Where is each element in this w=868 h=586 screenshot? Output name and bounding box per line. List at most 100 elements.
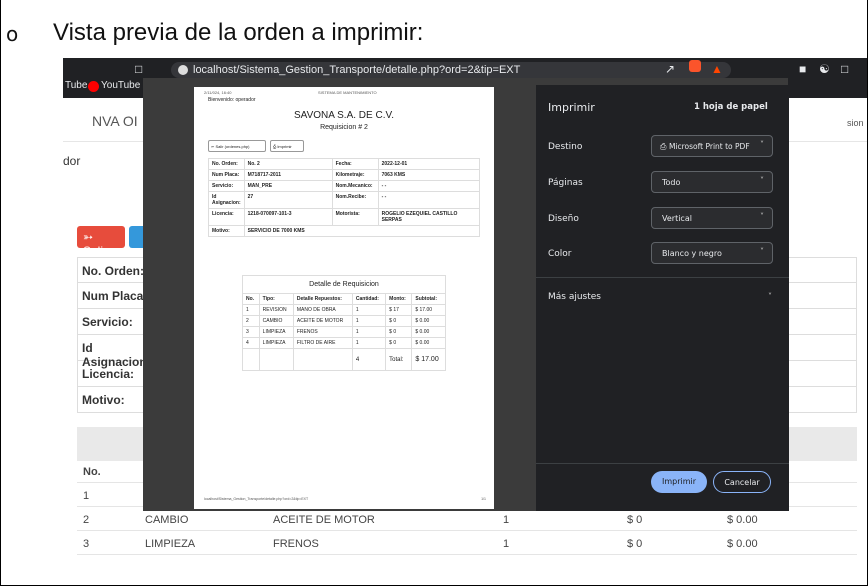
right-cell <box>787 387 857 413</box>
cell-subtotal: $ 0.00 <box>727 514 758 526</box>
info-row: Licencia: 1218-070097-101-3 Motorista: ROGE… <box>208 208 481 226</box>
preview-info-table: No. Orden: No. 2 Fecha: 2022-12-01 Num Plac… <box>208 158 481 237</box>
address-bar[interactable]: localhost/Sistema_Gestion_Transporte/det… <box>171 62 731 78</box>
info-label: No. Orden: <box>212 161 238 167</box>
info-value: 1218-070097-101-3 <box>247 211 292 217</box>
chevron-down-icon: ˅ <box>760 212 764 221</box>
cancel-button[interactable]: Cancelar <box>713 471 771 493</box>
color-select[interactable]: Blanco y negro ˅ <box>651 242 773 264</box>
share-icon[interactable]: ↗ <box>665 62 675 76</box>
info-value: 7063 KMS <box>381 172 406 178</box>
preview-salir-label: Salir (ordenes.php) <box>215 144 250 149</box>
preview-requisicion: Requisicion # 2 <box>320 124 368 131</box>
print-title: Imprimir <box>548 101 595 114</box>
cell-cantidad: 1 <box>503 514 510 526</box>
extension-icon[interactable]: ■ <box>799 62 806 76</box>
detail-title: Detalle de Requisicion <box>242 275 446 294</box>
print-preview-page: 2/11/024, 16:40 SISTEMA DE MANTENIMIENTO… <box>194 87 494 509</box>
sidebar-icon[interactable]: □ <box>841 62 848 76</box>
chevron-down-icon: ˅ <box>760 176 764 185</box>
info-value: - - <box>381 194 387 200</box>
info-row: Num Placa: M718717-2011 Kilometraje: 7063 K… <box>208 169 481 181</box>
info-value: M718717-2011 <box>247 172 281 178</box>
divider <box>536 463 789 464</box>
cell-monto: $ 0 <box>627 514 643 526</box>
cell-cantidad: 1 <box>503 538 510 550</box>
info-label: Fecha: <box>335 161 352 167</box>
screenshot: □ localhost/Sistema_Gestion_Transporte/d… <box>63 58 867 556</box>
detail-total-row: 4 Total: $ 17.00 <box>242 348 446 371</box>
info-label: Kilometraje: <box>335 172 365 178</box>
bookmark-icon[interactable]: □ <box>135 62 142 76</box>
chevron-down-icon: ˅ <box>760 247 764 256</box>
info-value: 2022-12-01 <box>381 161 408 167</box>
table-row: 3 LIMPIEZA FRENOS 1 $ 0 $ 0.00 <box>77 533 857 555</box>
info-value: 27 <box>247 194 254 200</box>
preview-welcome: Bienvenido: operador <box>208 97 256 103</box>
info-label: Num Placa: <box>212 172 240 178</box>
info-label: Id Asignacion: <box>212 194 241 206</box>
detail-row: 4 LIMPIEZA FILTRO DE AIRE 1 $ 0 $ 0.00 <box>242 337 446 349</box>
info-row: Id Asignacion: 27 Nom.Recibe: - - <box>208 191 481 209</box>
divider <box>536 277 789 278</box>
nav-item-nva[interactable]: NVA OI <box>92 113 138 129</box>
det-header: No. <box>242 293 260 305</box>
preview-site-title: SISTEMA DE MANTENIMIENTO <box>318 90 377 95</box>
det-header: Tipo: <box>258 293 294 305</box>
right-cell <box>787 309 857 335</box>
cell-tipo: CAMBIO <box>145 514 189 526</box>
salir-button[interactable]: ➳ Salir <box>77 226 125 258</box>
chevron-down-icon[interactable]: ˅ <box>768 292 772 301</box>
puzzle-icon[interactable]: ☯ <box>819 62 830 76</box>
color-value: Blanco y negro <box>662 249 722 258</box>
cell-tipo: LIMPIEZA <box>145 538 196 550</box>
right-cell <box>787 335 857 361</box>
det-header: Detalle Repuestos: <box>292 293 353 305</box>
preview-footer-page: 1/1 <box>481 497 486 501</box>
info-row: Motivo: SERVICIO DE 7000 KMS <box>208 225 481 237</box>
info-icon[interactable] <box>178 65 188 75</box>
paginas-select[interactable]: Todo ˅ <box>651 171 773 193</box>
mas-ajustes-toggle[interactable]: Más ajustes <box>548 292 601 302</box>
diseno-select[interactable]: Vertical ˅ <box>651 207 773 229</box>
info-value: No. 2 <box>247 161 260 167</box>
total-label: Total: <box>385 348 413 371</box>
det-header: Monto: <box>385 293 413 305</box>
preview-detail-table: Detalle de Requisicion No. Tipo: Detalle… <box>242 275 446 371</box>
right-cell <box>787 257 857 283</box>
nav-item-right[interactable]: sion <box>847 118 864 128</box>
info-value: MAN_PRE <box>247 183 273 189</box>
rewards-icon[interactable]: ▲ <box>711 62 723 76</box>
motivo-value: SERVICIO DE 7000 KMS <box>247 228 305 234</box>
preview-footer-url: localhost/Sistema_Gestion_Transporte/det… <box>204 497 309 501</box>
info-label: Nom.Mecanico: <box>335 183 373 189</box>
detail-row: 3 LIMPIEZA FRENOS 1 $ 0 $ 0.00 <box>242 326 446 338</box>
right-cell <box>787 361 857 387</box>
brave-shield-icon[interactable] <box>689 60 701 72</box>
sheet-count: 1 hoja de papel <box>694 102 768 112</box>
bullet-marker: o <box>6 22 19 46</box>
info-row: No. Orden: No. 2 Fecha: 2022-12-01 <box>208 158 481 170</box>
diseno-label: Diseño <box>548 214 579 224</box>
user-label: dor <box>63 154 81 168</box>
cell-detalle: ACEITE DE MOTOR <box>273 514 375 526</box>
chevron-down-icon: ˅ <box>760 140 764 149</box>
info-value: ROGELIO EZEQUIEL CASTILLO SERPAS <box>381 211 458 223</box>
total-value: $ 17.00 <box>411 348 446 371</box>
print-submit-button[interactable]: Imprimir <box>651 471 707 493</box>
det-header: Cantidad: <box>351 293 387 305</box>
cell-no: 2 <box>83 514 90 526</box>
salir-label: Salir <box>83 244 108 258</box>
info-row: Servicio: MAN_PRE Nom.Mecanico: - - <box>208 180 481 192</box>
preview-print-label: Imprimir <box>277 144 292 149</box>
destino-label: Destino <box>548 142 583 152</box>
paginas-label: Páginas <box>548 178 583 188</box>
detail-row: 2 CAMBIO ACEITE DE MOTOR 1 $ 0 $ 0.00 <box>242 315 446 327</box>
youtube-icon <box>88 81 99 92</box>
bookmark-tube[interactable]: Tube <box>65 80 87 91</box>
diseno-value: Vertical <box>662 214 692 223</box>
cell-no: 3 <box>83 538 90 550</box>
info-label: Nom.Recibe: <box>335 194 367 200</box>
destino-select[interactable]: ⎙ Microsoft Print to PDF ˅ <box>651 135 773 157</box>
preview-salir-button: ➳ Salir (ordenes.php) <box>208 140 266 152</box>
